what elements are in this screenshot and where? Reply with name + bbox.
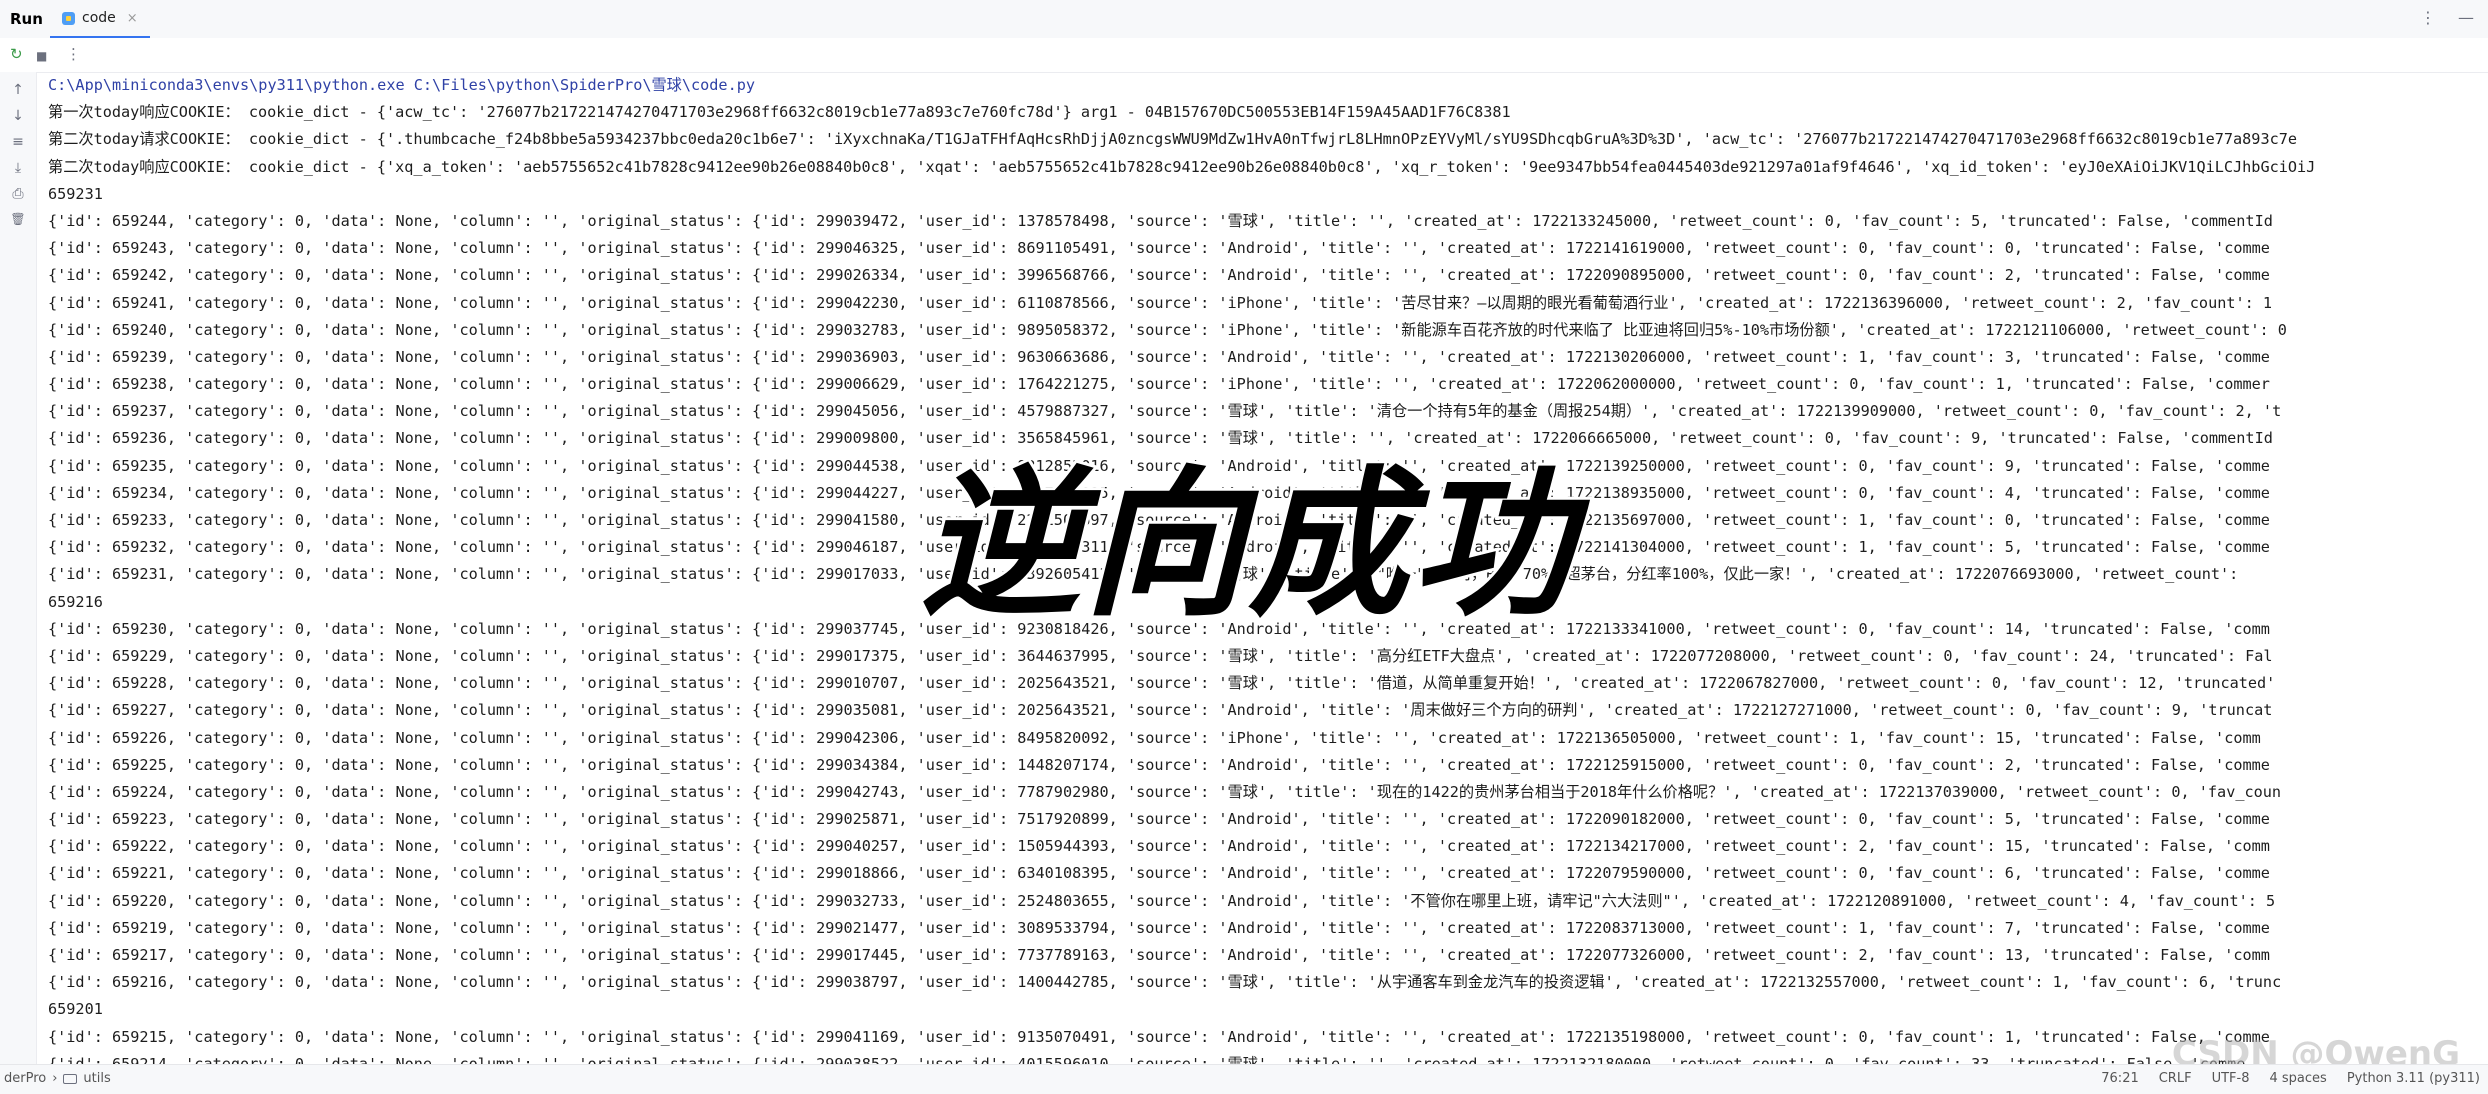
stop-icon[interactable]: ■: [36, 48, 47, 64]
console-line: {'id': 659238, 'category': 0, 'data': No…: [48, 375, 2270, 394]
console-line: {'id': 659224, 'category': 0, 'data': No…: [48, 782, 2282, 801]
console-line: {'id': 659241, 'category': 0, 'data': No…: [48, 293, 2273, 312]
toolbar-menu-icon[interactable]: ⋮: [66, 46, 81, 62]
minimize-icon[interactable]: —: [2458, 8, 2474, 27]
console-line: {'id': 659244, 'category': 0, 'data': No…: [48, 211, 2273, 230]
console-line: 第二次today响应COOKIE： cookie_dict - {'xq_a_t…: [48, 157, 2316, 176]
console-line: {'id': 659217, 'category': 0, 'data': No…: [48, 946, 2270, 964]
console-line: {'id': 659220, 'category': 0, 'data': No…: [48, 891, 2276, 910]
rerun-icon[interactable]: ↻: [10, 46, 23, 62]
run-toolbar: ↻ ■ ⋮: [0, 38, 2488, 73]
tab-code-label: code: [82, 10, 116, 26]
console-line: {'id': 659242, 'category': 0, 'data': No…: [48, 266, 2270, 285]
breadcrumb: derPro › utils: [4, 1071, 111, 1086]
scroll-to-end-icon[interactable]: ⤓: [9, 160, 27, 176]
header-actions: ⋮ —: [2420, 8, 2474, 27]
console-line: 第一次today响应COOKIE： cookie_dict - {'acw_tc…: [48, 103, 1511, 122]
status-bar: derPro › utils 76:21 CRLF UTF-8 4 spaces…: [0, 1064, 2488, 1094]
console-line: {'id': 659239, 'category': 0, 'data': No…: [48, 347, 2270, 366]
console-side-toolbar: ↑ ↓ ≡ ⤓ ⎙ 🗑: [0, 72, 37, 1064]
python-interpreter[interactable]: Python 3.11 (py311): [2347, 1071, 2480, 1086]
console-line: {'id': 659227, 'category': 0, 'data': No…: [48, 701, 2273, 720]
console-line: 659201: [48, 1000, 103, 1019]
console-line: 659231: [48, 184, 103, 203]
console-line: {'id': 659226, 'category': 0, 'data': No…: [48, 728, 2261, 747]
run-tool-window-title: Run: [10, 10, 43, 28]
tool-window-header: Run code × ⋮ —: [0, 0, 2488, 39]
console-line: {'id': 659215, 'category': 0, 'data': No…: [48, 1027, 2270, 1046]
scroll-up-icon[interactable]: ↑: [9, 82, 27, 98]
folder-icon: [63, 1073, 78, 1084]
console-line: {'id': 659222, 'category': 0, 'data': No…: [48, 837, 2270, 856]
line-separator[interactable]: CRLF: [2159, 1071, 2192, 1086]
print-icon[interactable]: ⎙: [9, 186, 27, 202]
scroll-down-icon[interactable]: ↓: [9, 108, 27, 124]
breadcrumb-folder[interactable]: utils: [83, 1071, 110, 1086]
console-line: {'id': 659237, 'category': 0, 'data': No…: [48, 402, 2282, 421]
console-line: {'id': 659240, 'category': 0, 'data': No…: [48, 320, 2287, 339]
overlay-caption: 逆向成功: [917, 448, 1577, 641]
console-line: {'id': 659219, 'category': 0, 'data': No…: [48, 918, 2270, 937]
console-line: {'id': 659225, 'category': 0, 'data': No…: [48, 755, 2270, 774]
soft-wrap-icon[interactable]: ≡: [9, 134, 27, 150]
status-widgets: 76:21 CRLF UTF-8 4 spaces Python 3.11 (p…: [2101, 1071, 2480, 1086]
more-options-icon[interactable]: ⋮: [2420, 8, 2436, 27]
console-line: {'id': 659214, 'category': 0, 'data': No…: [48, 1054, 2246, 1064]
console-line: {'id': 659216, 'category': 0, 'data': No…: [48, 973, 2282, 992]
python-file-icon: [62, 11, 75, 25]
console-line: {'id': 659243, 'category': 0, 'data': No…: [48, 239, 2270, 258]
tab-code[interactable]: code ×: [50, 0, 150, 39]
breadcrumb-project[interactable]: derPro: [4, 1071, 46, 1086]
console-line: {'id': 659223, 'category': 0, 'data': No…: [48, 810, 2270, 829]
console-line: {'id': 659221, 'category': 0, 'data': No…: [48, 864, 2270, 883]
console-line: {'id': 659228, 'category': 0, 'data': No…: [48, 674, 2276, 693]
console-line: 第二次today请求COOKIE： cookie_dict - {'.thumb…: [48, 130, 2298, 149]
breadcrumb-separator: ›: [52, 1071, 58, 1086]
caret-position[interactable]: 76:21: [2101, 1071, 2138, 1086]
indent-setting[interactable]: 4 spaces: [2269, 1071, 2326, 1086]
file-encoding[interactable]: UTF-8: [2212, 1071, 2250, 1086]
tab-close-icon[interactable]: ×: [127, 11, 138, 26]
console-command-line: C:\App\miniconda3\envs\py311\python.exe …: [48, 76, 756, 94]
clear-console-icon[interactable]: 🗑: [9, 212, 27, 226]
